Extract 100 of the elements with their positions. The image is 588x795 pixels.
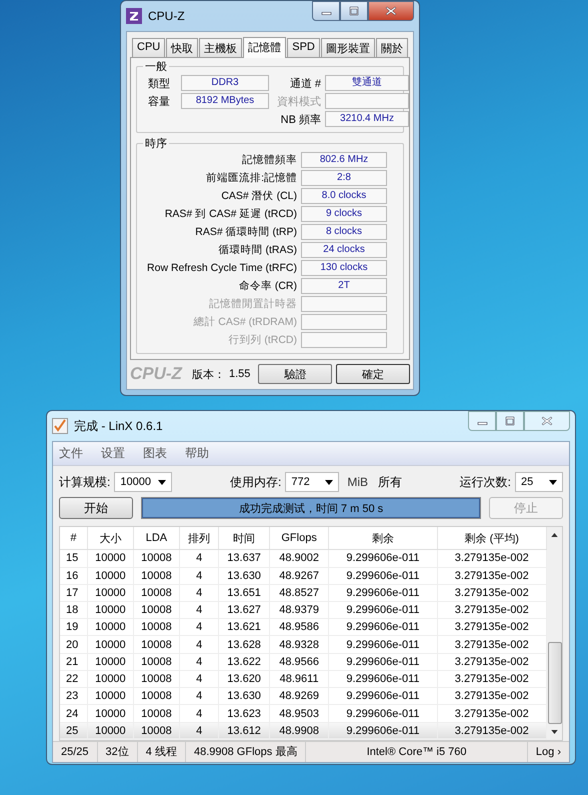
scroll-down-arrow-icon[interactable] — [551, 730, 558, 734]
close-icon — [541, 416, 553, 426]
minimize-button[interactable] — [312, 1, 340, 21]
caret-icon — [549, 480, 558, 484]
version-number: 1.55 — [228, 368, 250, 380]
column-header[interactable]: # — [60, 527, 88, 550]
dropdown[interactable]: 10000 — [114, 472, 172, 492]
tab[interactable]: 圖形裝置 — [320, 38, 375, 57]
table-cell: 10008 — [133, 722, 180, 740]
column-header[interactable]: 时间 — [218, 527, 270, 550]
minimize-button[interactable] — [468, 411, 496, 431]
version-label: 版本： — [192, 368, 225, 382]
table-cell: 3.279135e-002 — [437, 602, 546, 619]
table-cell: 9.299606e-011 — [328, 722, 438, 740]
close-icon — [385, 6, 397, 16]
table-cell: 4 — [179, 602, 219, 619]
field-label: Row Refresh Cycle Time (tRFC) — [147, 262, 297, 274]
value-field: 2:8 — [301, 170, 387, 186]
maximize-button[interactable] — [496, 411, 524, 431]
status-text: 48.9908 GFlops 最高 — [186, 742, 306, 762]
column-header[interactable]: 排列 — [179, 527, 219, 550]
menu-item[interactable]: 文件 — [59, 445, 83, 462]
table-cell: 10008 — [133, 618, 180, 636]
value-field: 3210.4 MHz — [325, 111, 409, 127]
table-cell: 10008 — [133, 636, 180, 654]
dropdown[interactable]: 772 — [285, 472, 340, 492]
table-cell: 4 — [179, 636, 219, 654]
table-cell: 48.9503 — [269, 704, 329, 722]
column-header[interactable]: 大小 — [87, 527, 134, 550]
log-link[interactable]: Log › — [528, 742, 569, 762]
table-cell: 10000 — [87, 653, 134, 670]
table-cell: 4 — [179, 550, 219, 568]
table-cell: 10000 — [87, 636, 134, 654]
menu-item[interactable]: 图表 — [143, 445, 167, 462]
column-header[interactable]: LDA — [133, 527, 180, 550]
table-cell: 17 — [60, 584, 88, 602]
status-text: 25/25 — [53, 742, 98, 762]
table-cell: 10000 — [87, 567, 134, 584]
table-cell: 9.299606e-011 — [328, 602, 438, 619]
table-cell: 10008 — [133, 688, 180, 705]
table-cell: 48.9586 — [269, 618, 329, 636]
table-cell: 10000 — [87, 618, 134, 636]
maximize-button[interactable] — [340, 1, 368, 21]
caret-icon — [325, 480, 334, 484]
table-cell: 24 — [60, 704, 88, 722]
field-label: 記憶體頻率 — [242, 153, 297, 167]
field-label: 資料模式 — [276, 94, 321, 108]
table-cell: 9.299606e-011 — [328, 688, 438, 705]
app-logo-icon — [126, 8, 142, 24]
value-field: DDR3 — [181, 75, 269, 91]
field-label: 循環時間 (tRAS) — [218, 243, 297, 257]
minimize-icon — [478, 422, 486, 425]
tab[interactable]: CPU — [132, 38, 166, 57]
tab[interactable]: 關於 — [376, 38, 408, 57]
table-cell: 13.651 — [218, 584, 270, 602]
table-cell: 10000 — [87, 584, 134, 602]
scrollbar[interactable] — [547, 527, 562, 740]
tab[interactable]: 記憶體 — [243, 37, 286, 58]
table-cell: 4 — [179, 722, 219, 740]
table-cell: 48.9269 — [269, 688, 329, 705]
table-cell: 3.279135e-002 — [437, 688, 546, 705]
value-field: 雙通道 — [325, 75, 409, 91]
status-text: 32位 — [98, 742, 138, 762]
field-label: NB 頻率 — [280, 112, 321, 126]
table-cell: 9.299606e-011 — [328, 704, 438, 722]
tab[interactable]: SPD — [287, 38, 320, 57]
close-button[interactable] — [368, 1, 414, 21]
maximize-icon — [348, 6, 360, 16]
table-cell: 13.621 — [218, 618, 270, 636]
table-cell: 13.620 — [218, 670, 270, 688]
field-label: 行到列 (tRCD) — [228, 333, 297, 347]
column-header[interactable]: 剩余 (平均) — [437, 527, 546, 550]
table-cell: 9.299606e-011 — [328, 584, 438, 602]
table-cell: 20 — [60, 636, 88, 654]
start-button[interactable]: 开始 — [59, 497, 133, 519]
table-cell: 10008 — [133, 567, 180, 584]
table-cell: 3.279135e-002 — [437, 584, 546, 602]
tab[interactable]: 快取 — [166, 38, 198, 57]
menu-item[interactable]: 设置 — [101, 445, 125, 462]
table-cell: 48.9908 — [269, 722, 329, 740]
table-cell: 3.279135e-002 — [437, 722, 546, 740]
table-cell: 23 — [60, 688, 88, 705]
table-cell: 10000 — [87, 670, 134, 688]
selected-row[interactable]: 25 10000 10008 4 13.612 48.9908 9.299606e-011 3.279135e-002 — [60, 722, 546, 740]
maximize-icon — [504, 416, 516, 426]
column-header[interactable]: GFlops — [269, 527, 329, 550]
scrollbar-thumb[interactable] — [548, 642, 562, 724]
menu-item[interactable]: 帮助 — [185, 445, 209, 462]
tab[interactable]: 主機板 — [199, 38, 242, 57]
field-label: RAS# 到 CAS# 延遲 (tRCD) — [164, 207, 297, 221]
caret-icon — [158, 480, 166, 484]
scroll-up-arrow-icon[interactable] — [551, 533, 558, 537]
table-cell: 4 — [179, 670, 219, 688]
dropdown[interactable]: 25 — [515, 472, 564, 492]
column-header[interactable]: 剩余 — [328, 527, 438, 550]
dialog-button[interactable]: 確定 — [336, 364, 410, 384]
table-cell: 9.299606e-011 — [328, 636, 438, 654]
dialog-button[interactable]: 驗證 — [258, 364, 332, 384]
table-cell: 9.299606e-011 — [328, 618, 438, 636]
table-cell: 10000 — [87, 550, 134, 568]
